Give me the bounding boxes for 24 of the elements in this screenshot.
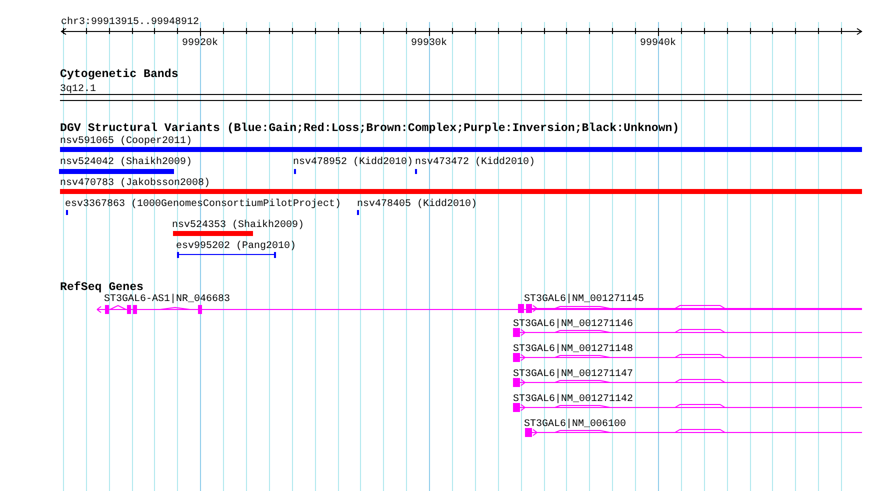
variant-label: esv3367863 (1000GenomesConsortiumPilotProject) [65, 199, 342, 210]
transcript-label: ST3GAL6|NM_001271146 [513, 319, 634, 330]
band-label: 3q12.1 [60, 84, 96, 95]
tick-label: 99930k [411, 38, 447, 49]
variant-label: nsv524042 (Shaikh2009) [60, 157, 192, 168]
transcript-label: ST3GAL6|NM_001271142 [513, 394, 634, 405]
transcript-label: ST3GAL6|NM_001271148 [513, 344, 634, 355]
variant-label: nsv524353 (Shaikh2009) [172, 220, 304, 231]
coordinate-range: chr3:99913915..99948912 [61, 17, 200, 28]
track-title: RefSeq Genes [60, 281, 144, 294]
transcript-label: ST3GAL6|NM_001271147 [513, 369, 634, 380]
variant-label: esv995202 (Pang2010) [176, 241, 296, 252]
tick-label: 99940k [640, 38, 676, 49]
transcript-label: ST3GAL6|NM_001271145 [524, 294, 644, 305]
track-title: Cytogenetic Bands [60, 68, 178, 81]
tick-label: 99920k [182, 38, 218, 49]
variant-label: nsv478952 (Kidd2010) [293, 157, 414, 168]
variant-label: nsv470783 (Jakobsson2008) [60, 178, 210, 189]
track-title: DGV Structural Variants (Blue:Gain;Red:Loss;Brown:Complex;Purple:Inversion;Black:Unknown) [60, 122, 680, 135]
variant-label: nsv591065 (Cooper2011) [60, 136, 192, 147]
variant-label: nsv473472 (Kidd2010) [415, 157, 536, 168]
transcript-label: ST3GAL6-AS1|NR_046683 [104, 294, 230, 305]
transcript-label: ST3GAL6|NM_006100 [524, 419, 626, 430]
variant-label: nsv478405 (Kidd2010) [357, 199, 478, 210]
